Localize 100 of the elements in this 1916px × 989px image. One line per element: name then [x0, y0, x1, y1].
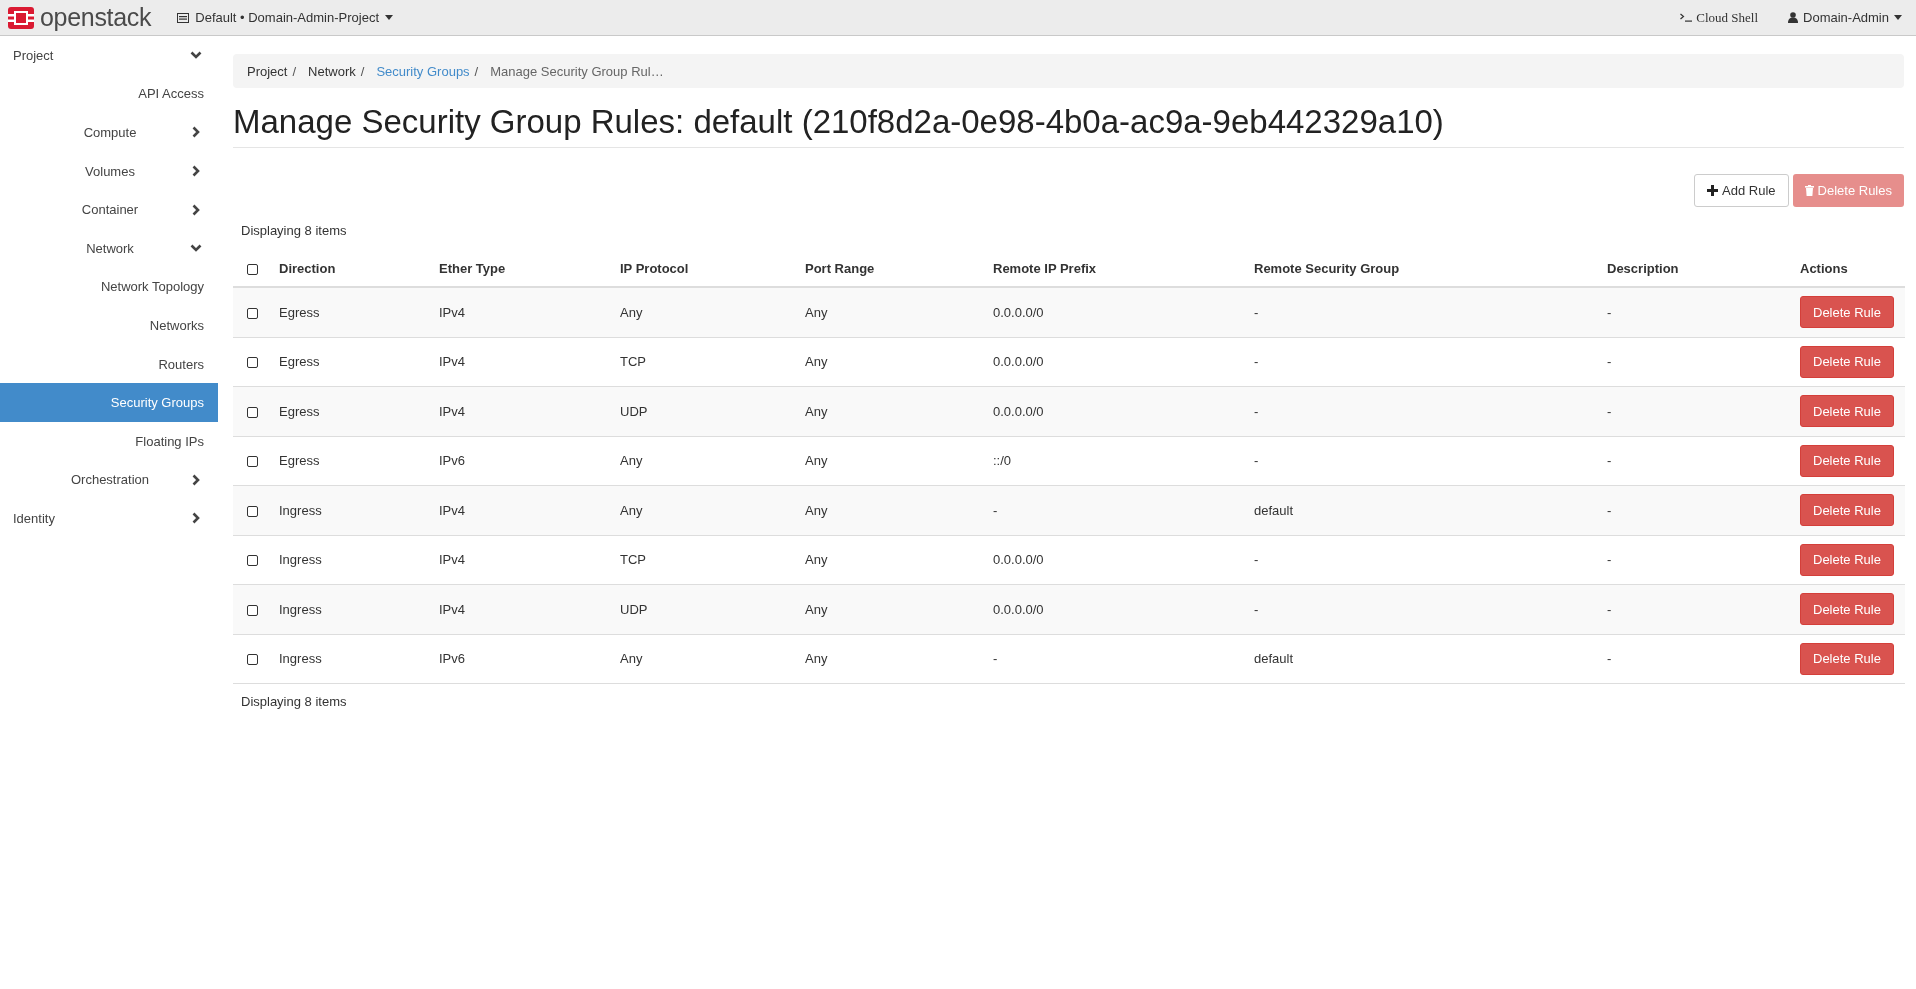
table-cell: Any: [612, 287, 797, 337]
table-cell: -: [985, 485, 1246, 535]
sidebar-item[interactable]: Routers: [0, 344, 218, 384]
table-cell: -: [1599, 337, 1792, 387]
table-cell: Any: [612, 634, 797, 684]
caret-icon: [385, 15, 393, 20]
list-icon: [177, 12, 190, 23]
row-checkbox[interactable]: [247, 456, 258, 468]
sidebar-item[interactable]: Networks: [0, 306, 218, 345]
delete-rule-button[interactable]: Delete Rule: [1800, 494, 1894, 527]
table-cell: -: [1599, 584, 1792, 634]
table-cell: Any: [797, 287, 985, 337]
sidebar-item[interactable]: Orchestration: [0, 460, 218, 500]
table-cell: Any: [797, 584, 985, 634]
sidebar-item[interactable]: Container: [0, 190, 218, 229]
row-checkbox[interactable]: [247, 307, 258, 319]
table-cell: -: [1599, 634, 1792, 684]
brand-name[interactable]: openstack: [40, 3, 152, 32]
table-cell: -: [1246, 436, 1599, 486]
table-cell: -: [1246, 535, 1599, 585]
table-cell: ::/0: [985, 436, 1246, 486]
table-cell: Ingress: [271, 634, 431, 684]
item-count: Displaying 8 items: [241, 223, 348, 238]
table-cell: IPv4: [431, 485, 612, 535]
sidebar-item[interactable]: Volumes: [0, 151, 218, 191]
table-cell: Any: [797, 386, 985, 436]
chevron-right-icon: [190, 165, 202, 178]
table-cell: Any: [612, 485, 797, 535]
user-menu[interactable]: Domain-Admin: [1788, 10, 1902, 25]
table-cell: 0.0.0.0/0: [985, 535, 1246, 585]
row-checkbox[interactable]: [247, 406, 258, 418]
table-cell: -: [1599, 287, 1792, 337]
breadcrumb-item: Project: [247, 63, 288, 79]
table-cell: IPv4: [431, 584, 612, 634]
table-cell: Egress: [271, 436, 431, 486]
trash-icon: [1804, 185, 1814, 196]
user-icon: [1788, 12, 1798, 23]
sidebar-item[interactable]: Security Groups: [0, 383, 218, 422]
breadcrumb-separator: /: [473, 63, 480, 79]
sidebar-item[interactable]: Floating IPs: [0, 421, 218, 461]
table-cell: -: [1599, 535, 1792, 585]
table-cell: Egress: [271, 287, 431, 337]
breadcrumb-item: Network: [308, 63, 356, 79]
table-cell: IPv4: [431, 386, 612, 436]
table-cell: -: [1599, 386, 1792, 436]
table-cell: Any: [797, 535, 985, 585]
add-rule-button[interactable]: Add Rule: [1694, 174, 1789, 207]
table-cell: IPv6: [431, 634, 612, 684]
sidebar-item[interactable]: Network: [0, 228, 218, 268]
chevron-right-icon: [190, 512, 202, 525]
table-cell: Any: [797, 337, 985, 387]
table-cell: Any: [797, 436, 985, 486]
row-checkbox[interactable]: [247, 654, 258, 666]
breadcrumb-separator: /: [291, 63, 298, 79]
table-cell: -: [1246, 287, 1599, 337]
table-cell: -: [1599, 485, 1792, 535]
delete-rule-button[interactable]: Delete Rule: [1800, 593, 1894, 626]
delete-rule-button[interactable]: Delete Rule: [1800, 345, 1894, 378]
select-all-checkbox[interactable]: [247, 263, 258, 275]
delete-rule-button[interactable]: Delete Rule: [1800, 642, 1894, 675]
caret-icon: [1894, 15, 1902, 20]
page-title: Manage Security Group Rules: default (210f8d2a-0e98-4b0a-ac9a-9eb442329a10): [233, 103, 1904, 148]
table-cell: Ingress: [271, 584, 431, 634]
table-cell: Egress: [271, 337, 431, 387]
project-selector[interactable]: Default • Domain-Admin-Project: [177, 10, 393, 25]
row-checkbox[interactable]: [247, 555, 258, 567]
table-cell: 0.0.0.0/0: [985, 337, 1246, 387]
breadcrumb-separator: /: [359, 63, 366, 79]
table-cell: Any: [797, 485, 985, 535]
table-cell: 0.0.0.0/0: [985, 386, 1246, 436]
table-cell: UDP: [612, 584, 797, 634]
chevron-right-icon: [190, 203, 202, 216]
table-cell: -: [1246, 584, 1599, 634]
delete-rule-button[interactable]: Delete Rule: [1800, 296, 1894, 329]
table-cell: UDP: [612, 386, 797, 436]
table-cell: default: [1246, 634, 1599, 684]
table-cell: TCP: [612, 535, 797, 585]
cloud-shell-link[interactable]: Cloud Shell: [1680, 9, 1758, 26]
delete-rule-button[interactable]: Delete Rule: [1800, 395, 1894, 428]
table-cell: Egress: [271, 386, 431, 436]
sidebar-item[interactable]: API Access: [0, 74, 218, 114]
row-checkbox[interactable]: [247, 505, 258, 517]
table-cell: Ingress: [271, 485, 431, 535]
table-cell: IPv4: [431, 337, 612, 387]
sidebar-item[interactable]: Project: [0, 36, 218, 75]
table-cell: IPv4: [431, 535, 612, 585]
row-checkbox[interactable]: [247, 357, 258, 369]
table-cell: -: [1599, 436, 1792, 486]
sidebar-item[interactable]: Identity: [0, 499, 218, 538]
row-checkbox[interactable]: [247, 604, 258, 616]
table-cell: default: [1246, 485, 1599, 535]
delete-rule-button[interactable]: Delete Rule: [1800, 543, 1894, 576]
chevron-right-icon: [190, 126, 202, 139]
sidebar-item[interactable]: Network Topology: [0, 267, 218, 307]
breadcrumb-current: Manage Security Group Rul…: [490, 63, 664, 79]
table-cell: 0.0.0.0/0: [985, 287, 1246, 337]
table-cell: 0.0.0.0/0: [985, 584, 1246, 634]
delete-rule-button[interactable]: Delete Rule: [1800, 444, 1894, 477]
table-cell: Any: [797, 634, 985, 684]
sidebar-item[interactable]: Compute: [0, 113, 218, 152]
